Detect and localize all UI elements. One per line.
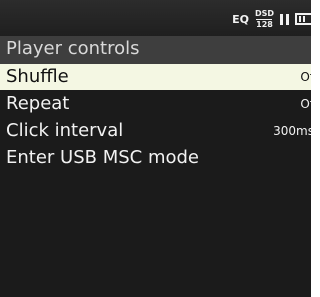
menu-item-usb-msc-mode[interactable]: Enter USB MSC mode — [0, 145, 311, 171]
menu-item-label: Click interval — [6, 120, 124, 141]
menu-item-label: Enter USB MSC mode — [6, 147, 199, 168]
device-screen: EQ DSD 128 Player controls Shuffle Of Re… — [0, 0, 311, 297]
menu-item-value: Of — [300, 70, 311, 84]
dsd-label: DSD — [254, 8, 274, 18]
menu-item-value: Of — [300, 97, 311, 111]
menu-item-shuffle[interactable]: Shuffle Of — [0, 64, 311, 90]
dsd-rate-indicator: DSD 128 — [254, 8, 274, 29]
menu-item-click-interval[interactable]: Click interval 300ms — [0, 118, 311, 144]
dsd-rate: 128 — [256, 19, 273, 29]
battery-icon — [295, 13, 311, 25]
eq-indicator: EQ — [232, 12, 249, 26]
menu-item-repeat[interactable]: Repeat Of — [0, 91, 311, 117]
status-indicators: EQ DSD 128 — [232, 9, 311, 29]
pause-icon — [280, 13, 289, 25]
status-bar: EQ DSD 128 — [0, 0, 311, 36]
menu-title-bar: Player controls — [0, 36, 311, 64]
menu-item-label: Shuffle — [6, 66, 69, 87]
menu-item-label: Repeat — [6, 93, 70, 114]
menu-item-value: 300ms — [273, 124, 311, 138]
page-title: Player controls — [6, 38, 140, 59]
